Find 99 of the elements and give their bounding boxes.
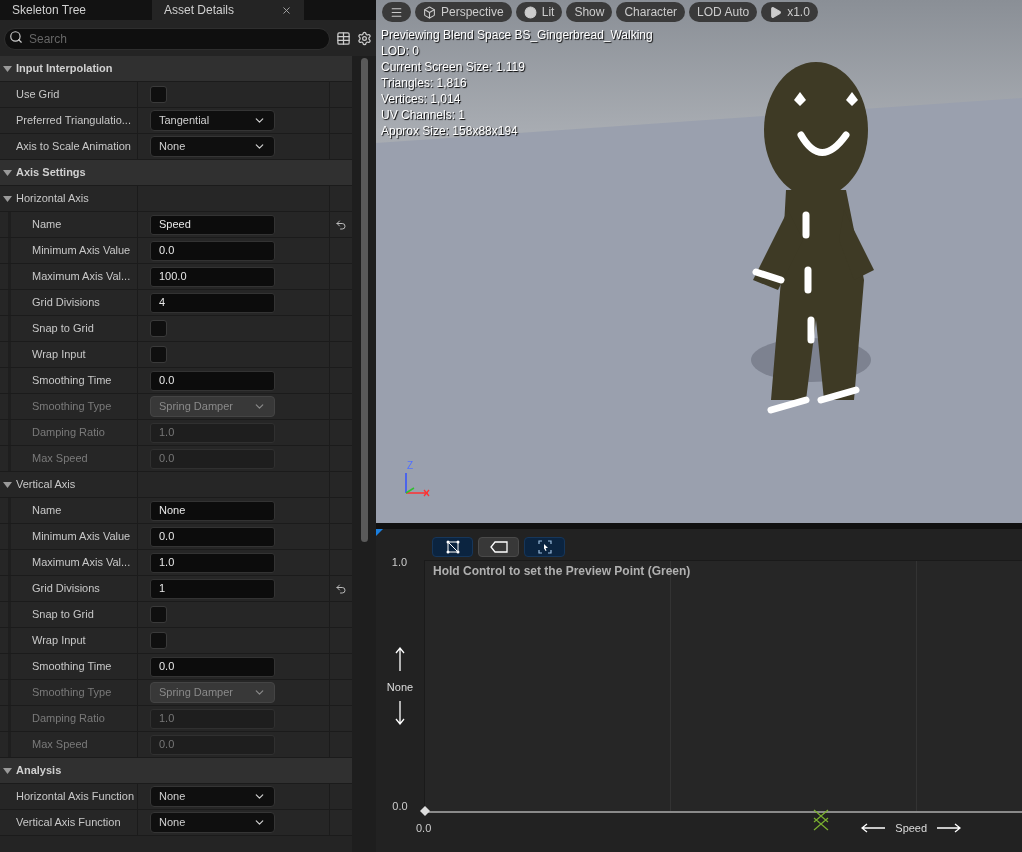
- viewport-toolbar-button[interactable]: LOD Auto: [689, 2, 758, 22]
- input-field[interactable]: 4: [150, 292, 275, 313]
- expanded-arrow-icon[interactable]: [3, 194, 12, 203]
- viewport-info-text: UV Channels: 1: [381, 107, 467, 123]
- sample-point-icon[interactable]: [419, 805, 431, 817]
- down-arrow-icon: [395, 701, 405, 725]
- expanded-arrow-icon[interactable]: [3, 480, 12, 489]
- property-label: Snap to Grid: [32, 607, 94, 623]
- property-label: Grid Divisions: [32, 295, 100, 311]
- y-axis-min: 0.0: [392, 799, 408, 814]
- input-field[interactable]: None: [150, 500, 275, 521]
- property-label: Axis to Scale Animation: [16, 139, 131, 155]
- cube-icon: [423, 5, 436, 19]
- right-arrow-icon: [937, 823, 962, 833]
- input-field[interactable]: 0.0: [150, 656, 275, 677]
- tag-icon: [489, 541, 508, 553]
- category-title: Input Interpolation: [16, 61, 113, 77]
- panel-tab[interactable]: Skeleton Tree: [0, 0, 150, 20]
- expanded-arrow-icon[interactable]: [3, 64, 12, 73]
- dropdown[interactable]: None: [150, 786, 275, 807]
- input-field[interactable]: 0.0: [150, 240, 275, 261]
- input-field[interactable]: 100.0: [150, 266, 275, 287]
- panel-tab[interactable]: Asset Details: [152, 0, 304, 20]
- property-label: Horizontal Axis Function: [16, 789, 134, 805]
- checkbox[interactable]: [150, 86, 167, 103]
- sphere-icon: [523, 5, 537, 19]
- property-label: Name: [32, 503, 62, 519]
- property-label: Smoothing Type: [32, 399, 112, 415]
- checkbox[interactable]: [150, 606, 167, 623]
- fit-view-icon: [537, 540, 552, 554]
- menu-icon: [390, 5, 403, 19]
- viewport-toolbar-button[interactable]: Lit: [515, 2, 563, 22]
- viewport-info-text: Approx Size: 158x88x194: [381, 123, 519, 139]
- property-label: Wrap Input: [32, 633, 86, 649]
- input-field[interactable]: Speed: [150, 214, 275, 235]
- reset-arrow-icon[interactable]: [335, 218, 347, 231]
- dropdown[interactable]: Tangential: [150, 110, 275, 131]
- viewport-toolbar-button[interactable]: Show: [566, 2, 613, 22]
- checkbox[interactable]: [150, 320, 167, 337]
- expanded-arrow-icon[interactable]: [3, 766, 12, 775]
- input-field[interactable]: 1.0: [150, 552, 275, 573]
- blend-tool-button[interactable]: [432, 537, 473, 557]
- triangulation-icon: [445, 540, 460, 554]
- category-title: Axis Settings: [16, 165, 86, 181]
- property-label: Maximum Axis Val...: [32, 269, 131, 285]
- play-icon: [769, 5, 783, 19]
- property-label: Minimum Axis Value: [32, 243, 131, 259]
- property-label: Damping Ratio: [32, 425, 105, 441]
- input-field[interactable]: 0.0: [150, 526, 275, 547]
- preview-point-icon[interactable]: [813, 809, 829, 831]
- search-field[interactable]: Search: [4, 28, 330, 50]
- viewport-toolbar-button[interactable]: Perspective: [415, 2, 512, 22]
- group-title: Vertical Axis: [16, 477, 76, 493]
- checkbox[interactable]: [150, 632, 167, 649]
- scrollbar-thumb[interactable]: [360, 58, 368, 542]
- property-label: Max Speed: [32, 737, 88, 753]
- reset-arrow-icon[interactable]: [335, 582, 347, 595]
- viewport-info-text: Vertices: 1,014: [381, 91, 462, 107]
- category-title: Analysis: [16, 763, 62, 779]
- property-label: Minimum Axis Value: [32, 529, 131, 545]
- hint-text: Hold Control to set the Preview Point (Green): [433, 563, 691, 580]
- settings-icon[interactable]: [357, 30, 372, 46]
- viewport-info-text: LOD: 0: [381, 43, 420, 59]
- property-label: Name: [32, 217, 62, 233]
- close-icon[interactable]: [281, 4, 292, 16]
- property-label: Maximum Axis Val...: [32, 555, 131, 571]
- up-arrow-icon: [395, 646, 405, 671]
- property-label: Preferred Triangulatio...: [16, 113, 131, 129]
- property-label: Damping Ratio: [32, 711, 105, 727]
- x-axis-min: 0.0: [416, 820, 432, 836]
- property-label: Vertical Axis Function: [16, 815, 121, 831]
- dropdown[interactable]: None: [150, 812, 275, 833]
- search-icon: [9, 30, 23, 44]
- viewport-toolbar-button[interactable]: x1.0: [761, 2, 818, 22]
- property-label: Smoothing Time: [32, 373, 112, 389]
- property-label: Grid Divisions: [32, 581, 100, 597]
- x-axis-name: Speed: [895, 820, 928, 836]
- input-field[interactable]: 1: [150, 578, 275, 599]
- expanded-arrow-icon[interactable]: [3, 168, 12, 177]
- blend-tool-button[interactable]: [478, 537, 519, 557]
- property-label: Max Speed: [32, 451, 88, 467]
- viewport-toolbar-button[interactable]: [382, 2, 411, 22]
- input-field[interactable]: 0.0: [150, 370, 275, 391]
- left-arrow-icon: [861, 823, 886, 833]
- viewport-info-text: Triangles: 1,816: [381, 75, 468, 91]
- checkbox[interactable]: [150, 346, 167, 363]
- property-label: Wrap Input: [32, 347, 86, 363]
- property-label: Use Grid: [16, 87, 60, 103]
- property-label: Smoothing Time: [32, 659, 112, 675]
- y-axis-max: 1.0: [391, 555, 408, 570]
- group-title: Horizontal Axis: [16, 191, 89, 207]
- viewport-info-text: Previewing Blend Space BS_Gingerbread_Walking: [381, 27, 653, 43]
- property-label: Snap to Grid: [32, 321, 94, 337]
- table-view-icon[interactable]: [336, 30, 351, 46]
- dropdown[interactable]: None: [150, 136, 275, 157]
- viewport-toolbar-button[interactable]: Character: [616, 2, 686, 22]
- viewport-info-text: Current Screen Size: 1.119: [381, 59, 526, 75]
- y-axis-name: None: [386, 679, 414, 695]
- property-label: Smoothing Type: [32, 685, 112, 701]
